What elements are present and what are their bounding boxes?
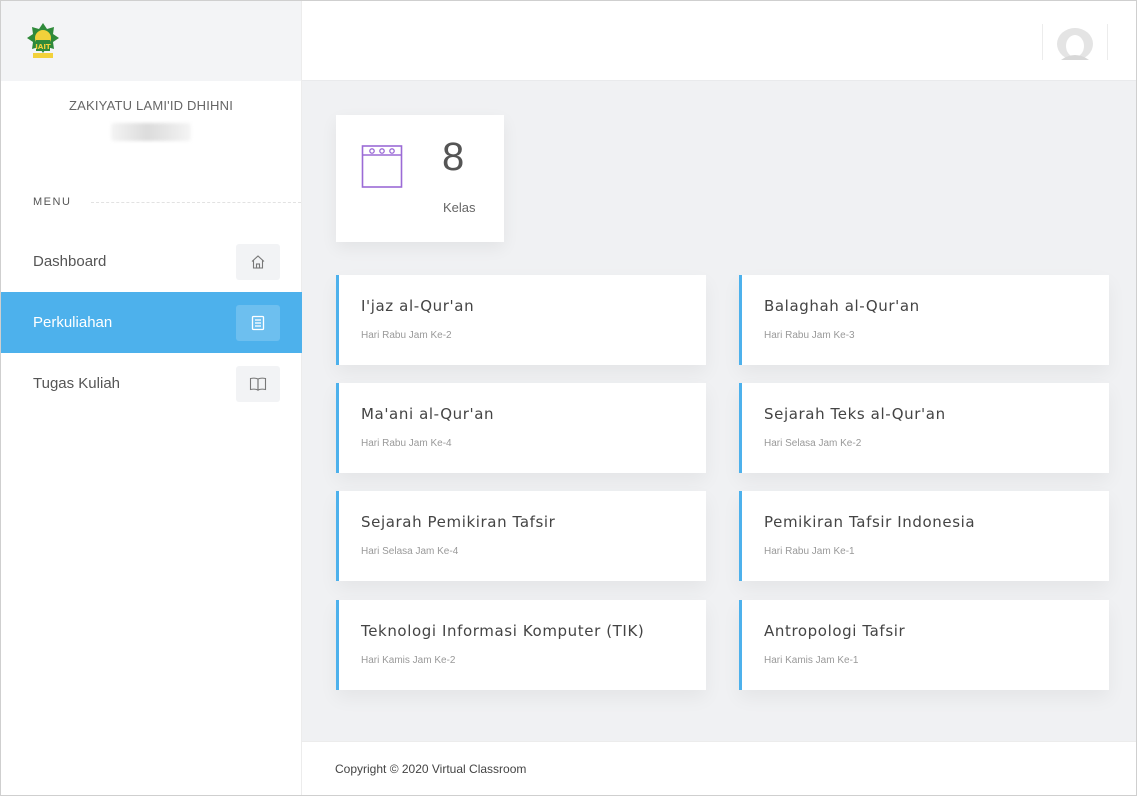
copyright-text: Copyright © 2020 Virtual Classroom — [335, 761, 527, 776]
course-card[interactable]: I'jaz al-Qur'an Hari Rabu Jam Ke-2 — [336, 275, 706, 365]
main-content: 8 Kelas I'jaz al-Qur'an Hari Rabu Jam Ke… — [302, 81, 1136, 741]
course-card[interactable]: Teknologi Informasi Komputer (TIK) Hari … — [336, 600, 706, 690]
avatar[interactable] — [1055, 24, 1095, 60]
course-card[interactable]: Ma'ani al-Qur'an Hari Rabu Jam Ke-4 — [336, 383, 706, 473]
sidebar-item-tugas-kuliah[interactable]: Tugas Kuliah — [1, 353, 302, 414]
calendar-icon — [361, 145, 403, 188]
course-schedule: Hari Rabu Jam Ke-1 — [764, 546, 855, 557]
menu-divider — [91, 201, 301, 203]
user-menu[interactable] — [1042, 24, 1108, 60]
sidebar: IAIT ZAKIYATU LAMI'ID DHIHNI MENU Dashbo… — [1, 1, 302, 795]
course-title: Balaghah al-Qur'an — [764, 297, 920, 315]
course-card[interactable]: Pemikiran Tafsir Indonesia Hari Rabu Jam… — [739, 491, 1109, 581]
course-title: Teknologi Informasi Komputer (TIK) — [361, 622, 645, 640]
course-title: Antropologi Tafsir — [764, 622, 906, 640]
course-schedule: Hari Rabu Jam Ke-3 — [764, 330, 855, 341]
sidebar-item-label: Perkuliahan — [33, 314, 113, 331]
course-title: Sejarah Teks al-Qur'an — [764, 405, 946, 423]
sidebar-nav: Dashboard Perkuliahan Tugas Kuliah — [1, 231, 302, 414]
course-title: Pemikiran Tafsir Indonesia — [764, 513, 976, 531]
course-card[interactable]: Sejarah Teks al-Qur'an Hari Selasa Jam K… — [739, 383, 1109, 473]
top-header — [302, 1, 1136, 81]
course-schedule: Hari Kamis Jam Ke-1 — [764, 655, 859, 666]
sidebar-item-dashboard[interactable]: Dashboard — [1, 231, 302, 292]
course-card[interactable]: Antropologi Tafsir Hari Kamis Jam Ke-1 — [739, 600, 1109, 690]
course-card[interactable]: Sejarah Pemikiran Tafsir Hari Selasa Jam… — [336, 491, 706, 581]
user-name: ZAKIYATU LAMI'ID DHIHNI — [68, 98, 234, 113]
class-count-label: Kelas — [443, 200, 476, 215]
class-count-value: 8 — [442, 135, 465, 179]
university-logo[interactable]: IAIT — [26, 22, 60, 60]
footer: Copyright © 2020 Virtual Classroom — [302, 741, 1136, 795]
course-schedule: Hari Rabu Jam Ke-4 — [361, 438, 452, 449]
app-window: IAIT ZAKIYATU LAMI'ID DHIHNI MENU Dashbo… — [0, 0, 1137, 796]
menu-title-label: MENU — [33, 196, 72, 208]
svg-text:IAIT: IAIT — [35, 43, 51, 51]
course-title: Ma'ani al-Qur'an — [361, 405, 495, 423]
logo-area: IAIT — [1, 1, 301, 81]
course-schedule: Hari Rabu Jam Ke-2 — [361, 330, 452, 341]
sidebar-item-perkuliahan[interactable]: Perkuliahan — [1, 292, 302, 353]
menu-section-title: MENU — [33, 196, 301, 208]
home-icon — [236, 243, 280, 280]
book-icon — [236, 365, 280, 402]
course-schedule: Hari Selasa Jam Ke-4 — [361, 546, 459, 557]
course-schedule: Hari Selasa Jam Ke-2 — [764, 438, 862, 449]
course-schedule: Hari Kamis Jam Ke-2 — [361, 655, 456, 666]
class-count-card: 8 Kelas — [336, 115, 504, 242]
course-title: Sejarah Pemikiran Tafsir — [361, 513, 556, 531]
document-icon — [236, 304, 280, 341]
sidebar-item-label: Tugas Kuliah — [33, 375, 120, 392]
course-title: I'jaz al-Qur'an — [361, 297, 475, 315]
sidebar-item-label: Dashboard — [33, 253, 107, 270]
course-card[interactable]: Balaghah al-Qur'an Hari Rabu Jam Ke-3 — [739, 275, 1109, 365]
user-id-redacted — [111, 123, 191, 141]
